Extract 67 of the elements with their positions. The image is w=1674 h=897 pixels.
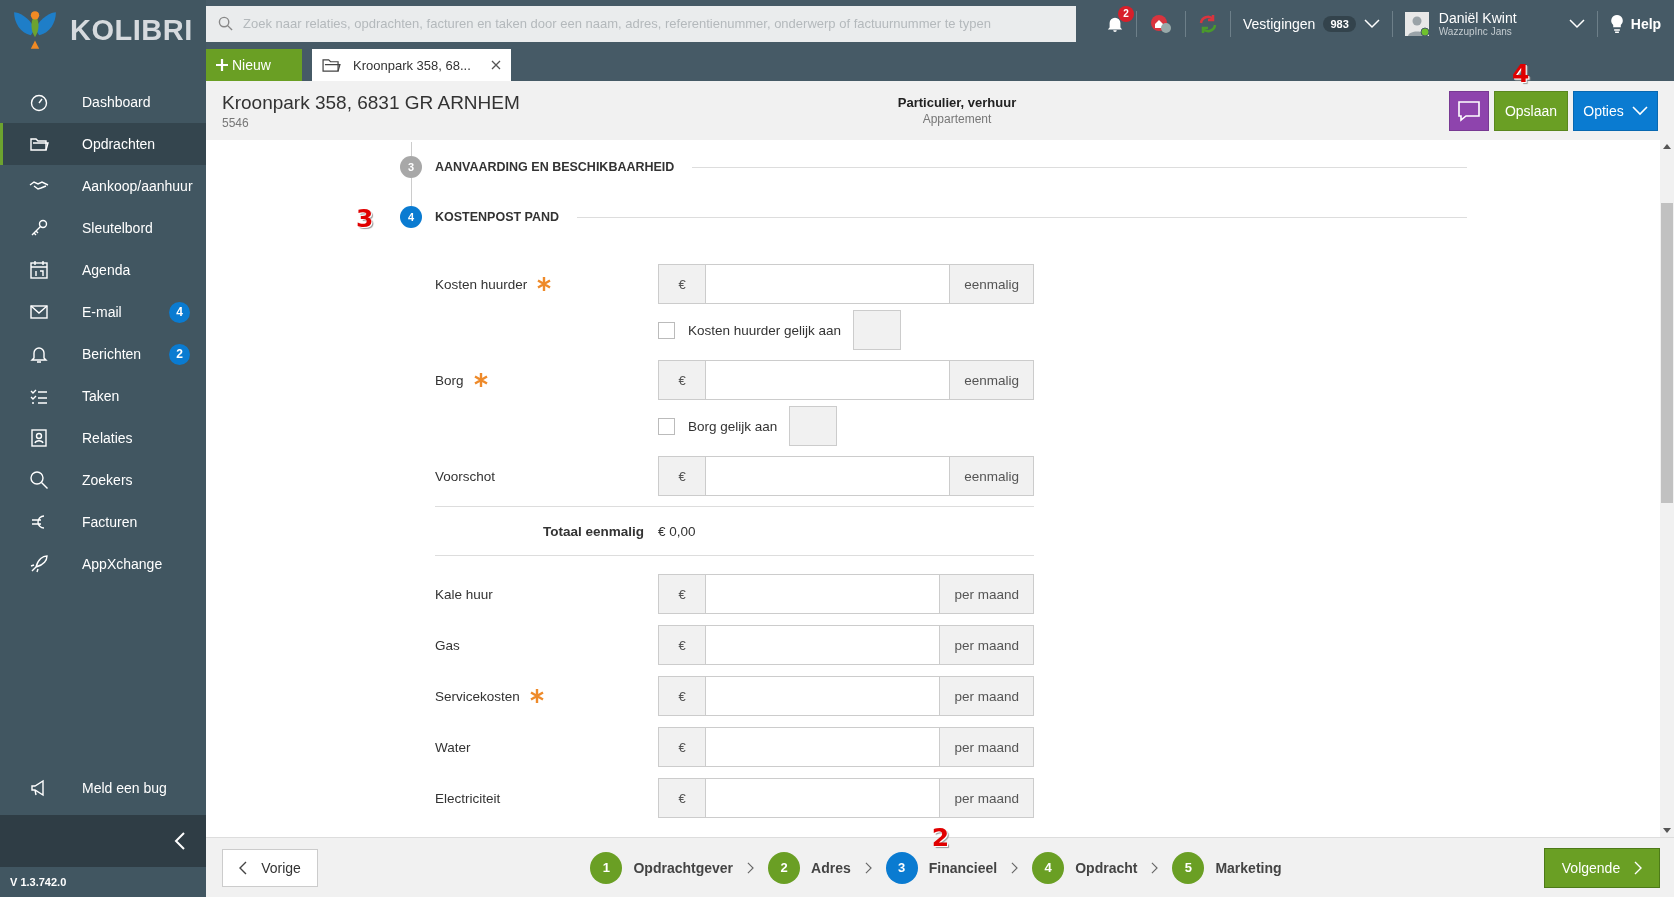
section-title: AANVAARDING EN BESCHIKBAARHEID xyxy=(435,160,675,174)
notification-badge: 2 xyxy=(1118,5,1134,22)
help-button[interactable]: Help xyxy=(1609,14,1662,33)
sidebar-item[interactable]: Dashboard xyxy=(0,81,206,123)
amount-field[interactable]: € per maand xyxy=(658,574,1034,614)
amount-field[interactable]: € per maand xyxy=(658,625,1034,665)
sidebar-item[interactable]: Meld een bug xyxy=(0,767,206,809)
field-label: Servicekosten xyxy=(435,688,520,704)
step-number: 1 xyxy=(590,851,623,884)
sidebar-item[interactable]: Aankoop/aanhuur xyxy=(0,165,206,207)
sidebar-item[interactable]: E-mail 4 xyxy=(0,291,206,333)
amount-field[interactable]: € eenmalig xyxy=(658,456,1034,496)
reference-number: 5546 xyxy=(222,115,250,130)
count-badge: 983 xyxy=(1323,15,1356,32)
step-number: 5 xyxy=(1172,851,1205,884)
section-number: 3 xyxy=(400,156,422,178)
amount-field[interactable]: € eenmalig xyxy=(658,264,1034,304)
sidebar-item[interactable]: Zoekers xyxy=(0,459,206,501)
amount-field[interactable]: € per maand xyxy=(658,676,1034,716)
sidebar-item[interactable]: Taken xyxy=(0,375,206,417)
total-label: Totaal eenmalig xyxy=(541,523,644,539)
callout-number: 4 xyxy=(1512,60,1530,86)
step-number: 4 xyxy=(1032,851,1065,884)
previous-button[interactable]: Vorige xyxy=(222,848,318,887)
section-title: KOSTENPOST PAND xyxy=(435,210,560,224)
amount-field[interactable]: € per maand xyxy=(658,778,1034,818)
sidebar-item[interactable]: Berichten 2 xyxy=(0,333,206,375)
user-name: Daniël Kwint xyxy=(1438,10,1518,26)
field-label: Electriciteit xyxy=(435,790,501,806)
callout-number: 2 xyxy=(931,824,950,850)
checkbox-label: Borg gelijk aan xyxy=(688,418,778,434)
wizard-step[interactable]: 5 Marketing xyxy=(1172,851,1282,884)
field-label: Kosten huurder xyxy=(435,276,528,292)
amount-field[interactable]: € per maand xyxy=(658,727,1034,767)
field-label: Voorschot xyxy=(435,468,496,484)
wizard-step[interactable]: 1 Opdrachtgever xyxy=(590,851,734,884)
sidebar-item[interactable]: Sleutelbord xyxy=(0,207,206,249)
sidebar-item[interactable]: Relaties xyxy=(0,417,206,459)
logo-text: KOLIBRI xyxy=(70,14,193,47)
field-label: Kale huur xyxy=(435,586,493,602)
sidebar-item[interactable]: Agenda xyxy=(0,249,206,291)
field-label: Borg xyxy=(435,372,464,388)
wizard-step[interactable]: 4 Opdracht xyxy=(1032,851,1138,884)
amount-field[interactable]: € eenmalig xyxy=(658,360,1034,400)
callout-number: 3 xyxy=(356,206,374,231)
user-company: WazzupInc Jans xyxy=(1438,26,1513,37)
section-number: 4 xyxy=(400,206,422,228)
listing-type: Particulier, verhuur xyxy=(897,95,1017,110)
tab-label: Kroonpark 358, 68... xyxy=(353,57,472,73)
sidebar-item[interactable]: AppXchange xyxy=(0,543,206,585)
sidebar-item[interactable]: Opdrachten xyxy=(0,123,206,165)
document-tab[interactable]: Kroonpark 358, 68... xyxy=(312,49,511,81)
field-label: Water xyxy=(435,739,471,755)
sidebar-item[interactable]: Facturen xyxy=(0,501,206,543)
property-category: Appartement xyxy=(922,112,992,126)
count-badge: 2 xyxy=(169,343,190,365)
wizard-step[interactable]: 2 Adres xyxy=(768,851,851,884)
step-number: 3 xyxy=(885,851,918,884)
total-value: € 0,00 xyxy=(658,523,696,539)
page-title: Kroonpark 358, 6831 GR ARNHEM xyxy=(222,91,521,114)
version-text: V 1.3.742.0 xyxy=(10,876,67,888)
field-label: Gas xyxy=(435,637,460,653)
branches-dropdown[interactable]: Vestigingen 983 xyxy=(1243,15,1380,32)
count-badge: 4 xyxy=(169,301,190,323)
step-number: 2 xyxy=(768,851,801,884)
options-button[interactable]: Opties xyxy=(1573,90,1658,131)
checkbox-label: Kosten huurder gelijk aan xyxy=(688,322,842,338)
